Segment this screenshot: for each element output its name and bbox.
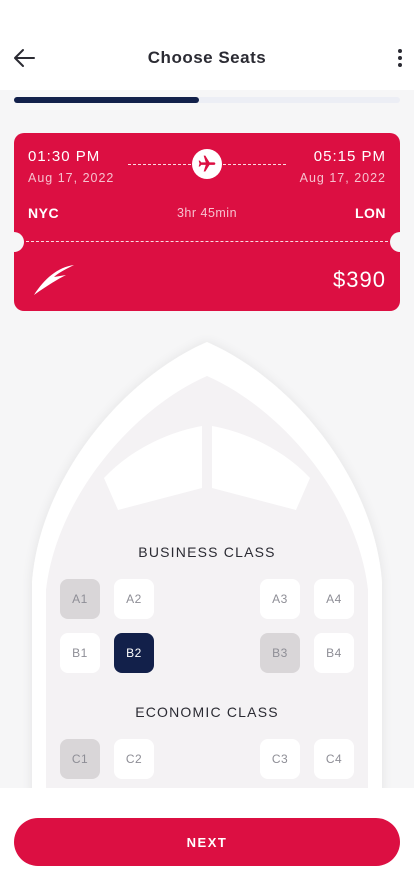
more-options-button[interactable] — [392, 44, 408, 72]
header: Choose Seats — [0, 0, 414, 90]
progress-bar-fill — [14, 97, 200, 103]
seat-a2[interactable]: A2 — [114, 579, 154, 619]
ticket-divider — [26, 241, 388, 242]
departure-time: 01:30 PM — [28, 148, 101, 165]
seat-map: BUSINESS CLASS A1 A2 A3 A4 B1 B2 B3 B4 E… — [0, 320, 414, 800]
departure-date: Aug 17, 2022 — [28, 171, 115, 185]
arrival-date: Aug 17, 2022 — [299, 171, 386, 185]
destination-code: LON — [354, 205, 386, 221]
business-class-label: BUSINESS CLASS — [138, 544, 276, 560]
ticket-price: $390 — [333, 267, 386, 292]
seat-c1[interactable]: C1 — [60, 739, 100, 779]
seat-b2[interactable]: B2 — [114, 633, 154, 673]
seat-b4[interactable]: B4 — [314, 633, 354, 673]
flight-duration: 3hr 45min — [176, 206, 238, 220]
ticket-notch-right — [390, 232, 410, 252]
airplane-badge — [192, 149, 222, 179]
ticket-notch-left — [4, 232, 24, 252]
seat-a1[interactable]: A1 — [60, 579, 100, 619]
airplane-icon — [198, 155, 216, 172]
bottom-action-bar: NEXT — [0, 788, 414, 896]
next-button[interactable]: NEXT — [14, 818, 400, 866]
airline-logo — [34, 265, 74, 295]
flight-ticket-card: 01:30 PM Aug 17, 2022 05:15 PM Aug 17, 2… — [4, 133, 410, 311]
plane-fuselage — [32, 342, 382, 800]
seat-c3[interactable]: C3 — [260, 739, 300, 779]
progress-bar — [14, 97, 400, 103]
seat-a4[interactable]: A4 — [314, 579, 354, 619]
arrival-time: 05:15 PM — [313, 148, 386, 165]
seat-b3[interactable]: B3 — [260, 633, 300, 673]
more-vertical-icon — [398, 49, 402, 53]
seat-b1[interactable]: B1 — [60, 633, 100, 673]
economic-class-label: ECONOMIC CLASS — [135, 704, 279, 720]
seat-c4[interactable]: C4 — [314, 739, 354, 779]
page-title: Choose Seats — [147, 48, 267, 67]
seat-c2[interactable]: C2 — [114, 739, 154, 779]
seat-a3[interactable]: A3 — [260, 579, 300, 619]
